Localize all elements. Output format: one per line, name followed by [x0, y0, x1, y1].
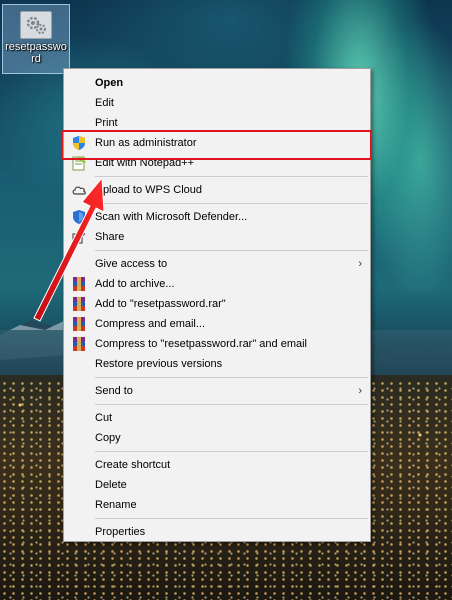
menu-item-label: Create shortcut: [95, 459, 171, 471]
share-icon: [72, 231, 86, 244]
menu-item-add-to-archive[interactable]: Add to archive...: [64, 274, 370, 294]
menu-item-label: Cut: [95, 412, 113, 424]
menu-item-create-shortcut[interactable]: Create shortcut: [64, 455, 370, 475]
menu-item-label: Open: [95, 77, 124, 89]
winrar-icon: [73, 337, 85, 351]
menu-item-label: Scan with Microsoft Defender...: [95, 211, 248, 223]
menu-separator: [95, 250, 368, 251]
menu-item-label: Copy: [95, 432, 121, 444]
menu-item-label: Delete: [95, 479, 127, 491]
menu-item-send-to[interactable]: Send to ›: [64, 381, 370, 401]
menu-separator: [95, 176, 368, 177]
menu-item-label: Compress and email...: [95, 318, 206, 330]
chevron-right-icon: ›: [358, 385, 362, 397]
desktop-file-resetpassword[interactable]: resetpassword: [2, 4, 70, 74]
menu-item-give-access-to[interactable]: Give access to ›: [64, 254, 370, 274]
menu-item-compress-and-email[interactable]: Compress and email...: [64, 314, 370, 334]
desktop-icon-label: resetpassword: [5, 41, 67, 65]
menu-item-label: Give access to: [95, 258, 168, 270]
menu-item-compress-to-rar-and-email[interactable]: Compress to "resetpassword.rar" and emai…: [64, 334, 370, 354]
menu-separator: [95, 518, 368, 519]
menu-item-open[interactable]: Open: [64, 73, 370, 93]
menu-separator: [95, 451, 368, 452]
chevron-right-icon: ›: [358, 258, 362, 270]
menu-item-copy[interactable]: Copy: [64, 428, 370, 448]
menu-item-add-to-rar[interactable]: Add to "resetpassword.rar": [64, 294, 370, 314]
menu-item-rename[interactable]: Rename: [64, 495, 370, 515]
settings-file-icon: [20, 11, 52, 39]
winrar-icon: [73, 317, 85, 331]
defender-icon: [73, 210, 85, 224]
menu-separator: [95, 404, 368, 405]
menu-item-label: Add to archive...: [95, 278, 175, 290]
menu-item-share[interactable]: Share: [64, 227, 370, 247]
menu-item-label: Compress to "resetpassword.rar" and emai…: [95, 338, 308, 350]
winrar-icon: [73, 297, 85, 311]
highlight-box: [61, 130, 372, 160]
menu-item-delete[interactable]: Delete: [64, 475, 370, 495]
menu-separator: [95, 203, 368, 204]
menu-item-label: Upload to WPS Cloud: [95, 184, 202, 196]
menu-item-label: Properties: [95, 526, 146, 538]
menu-item-upload-to-wps-cloud[interactable]: Upload to WPS Cloud: [64, 180, 370, 200]
menu-item-restore-previous-versions[interactable]: Restore previous versions: [64, 354, 370, 374]
menu-item-label: Edit: [95, 97, 114, 109]
menu-item-label: Share: [95, 231, 125, 243]
menu-item-cut[interactable]: Cut: [64, 408, 370, 428]
menu-item-scan-with-defender[interactable]: Scan with Microsoft Defender...: [64, 207, 370, 227]
menu-separator: [95, 377, 368, 378]
menu-item-label: Rename: [95, 499, 137, 511]
menu-item-edit[interactable]: Edit: [64, 93, 370, 113]
cloud-icon: [72, 186, 86, 195]
menu-item-label: Print: [95, 117, 118, 129]
menu-item-label: Restore previous versions: [95, 358, 223, 370]
winrar-icon: [73, 277, 85, 291]
menu-item-label: Send to: [95, 385, 133, 397]
menu-item-label: Add to "resetpassword.rar": [95, 298, 226, 310]
menu-item-properties[interactable]: Properties: [64, 522, 370, 542]
